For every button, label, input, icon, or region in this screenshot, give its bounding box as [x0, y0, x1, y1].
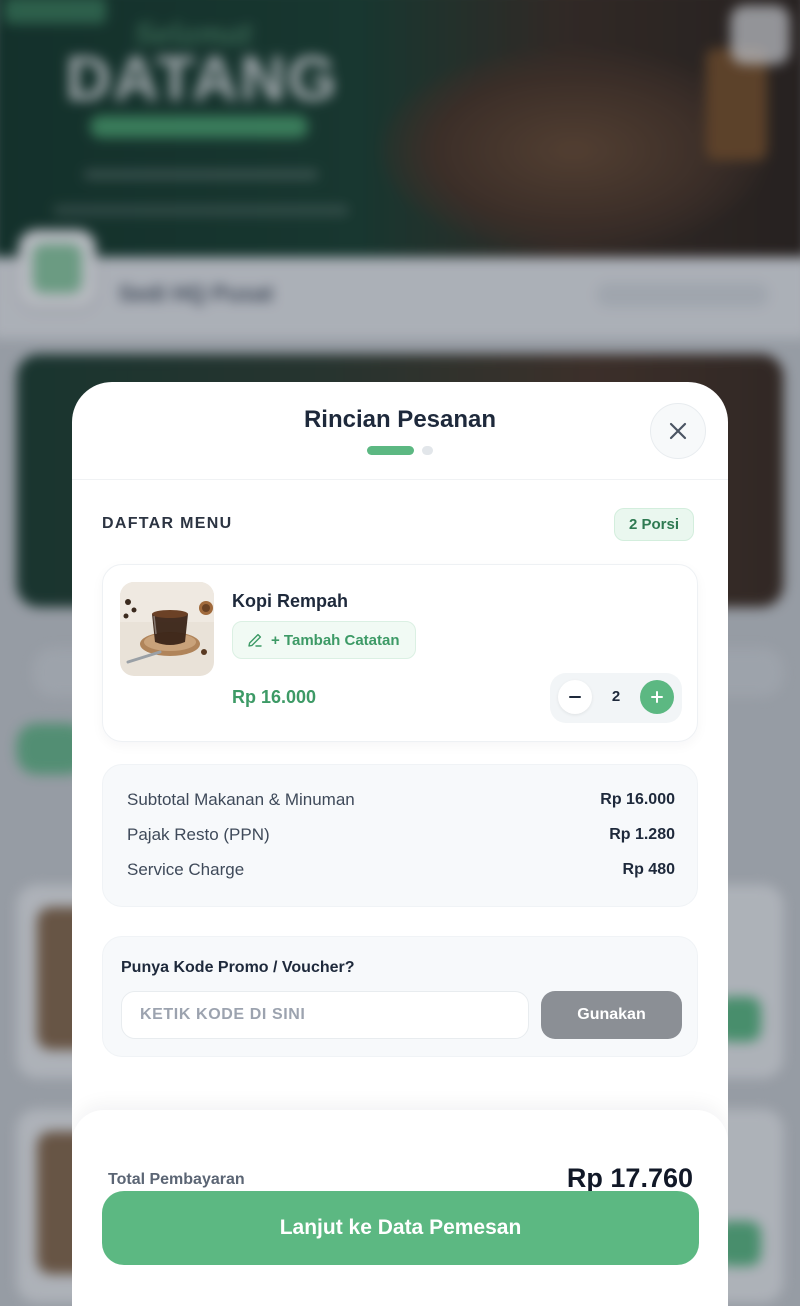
promo-code-input[interactable] — [121, 991, 529, 1039]
summary-label: Subtotal Makanan & Minuman — [127, 790, 355, 809]
step-indicator — [367, 446, 433, 455]
close-icon — [669, 422, 687, 440]
order-item-card: Kopi Rempah + Tambah Catatan Rp 16.000 2 — [102, 564, 698, 742]
add-note-button[interactable]: + Tambah Catatan — [232, 621, 416, 659]
portion-count-badge: 2 Porsi — [614, 508, 695, 541]
pencil-icon — [248, 633, 262, 647]
summary-label: Service Charge — [127, 860, 245, 879]
summary-value: Rp 1.280 — [609, 826, 675, 843]
promo-title: Punya Kode Promo / Voucher? — [121, 959, 355, 976]
sheet-header: Rincian Pesanan — [72, 382, 728, 480]
total-label: Total Pembayaran — [108, 1171, 245, 1188]
summary-value: Rp 16.000 — [600, 791, 675, 808]
close-button[interactable] — [650, 403, 706, 459]
coffee-image — [120, 582, 214, 676]
increase-quantity-button[interactable] — [640, 680, 674, 714]
order-details-sheet: Rincian Pesanan DAFTAR MENU 2 Porsi Kopi… — [72, 382, 728, 1306]
summary-value: Rp 480 — [622, 861, 675, 878]
summary-row-subtotal: Subtotal Makanan & Minuman Rp 16.000 — [127, 789, 675, 811]
plus-icon — [651, 691, 663, 703]
summary-row-tax: Pajak Resto (PPN) Rp 1.280 — [127, 824, 675, 846]
step-dot — [422, 446, 433, 455]
total-value: Rp 17.760 — [566, 1163, 693, 1193]
continue-button[interactable]: Lanjut ke Data Pemesan — [102, 1191, 699, 1265]
item-name: Kopi Rempah — [232, 591, 349, 611]
item-image — [120, 582, 214, 676]
quantity-value: 2 — [611, 688, 621, 705]
minus-icon — [569, 696, 581, 698]
promo-section: Punya Kode Promo / Voucher? Gunakan — [102, 936, 698, 1057]
add-note-label: + Tambah Catatan — [271, 631, 400, 649]
summary-row-service: Service Charge Rp 480 — [127, 859, 675, 881]
step-dot-active — [367, 446, 414, 455]
summary-label: Pajak Resto (PPN) — [127, 825, 270, 844]
menu-section-title: DAFTAR MENU — [102, 515, 233, 532]
price-summary: Subtotal Makanan & Minuman Rp 16.000 Paj… — [102, 764, 698, 907]
quantity-stepper: 2 — [550, 673, 682, 723]
decrease-quantity-button[interactable] — [558, 680, 592, 714]
item-price: Rp 16.000 — [232, 687, 317, 707]
sheet-title: Rincian Pesanan — [303, 406, 497, 433]
apply-promo-button[interactable]: Gunakan — [541, 991, 682, 1039]
